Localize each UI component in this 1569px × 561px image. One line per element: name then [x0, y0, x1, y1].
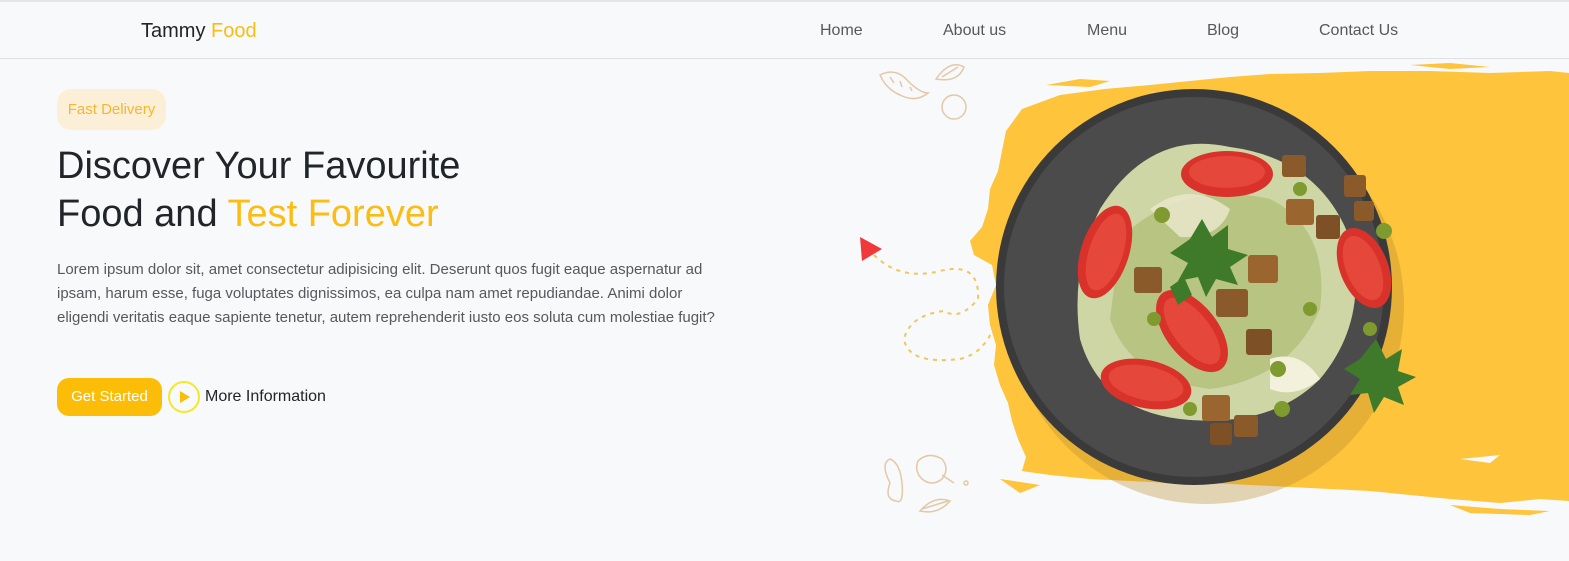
tomato-icon	[941, 94, 967, 120]
headline-line-1: Discover Your Favourite	[57, 145, 461, 187]
dashed-trail	[873, 254, 997, 362]
chicken-leg-icon	[915, 454, 955, 484]
red-arrow-icon	[860, 237, 882, 261]
play-button[interactable]	[168, 381, 200, 413]
hero-illustration	[860, 63, 1569, 515]
nav-menu[interactable]: Menu	[1087, 22, 1127, 40]
hero-description: Lorem ipsum dolor sit, amet consectetur …	[57, 261, 715, 326]
leaf-icon	[918, 498, 952, 513]
more-information-label: More Information	[205, 388, 326, 405]
navbar: Tammy Food Home About us Menu Blog Conta…	[0, 2, 1569, 59]
nav-about-us[interactable]: About us	[943, 22, 1006, 40]
headline-accent: Test Forever	[227, 193, 439, 235]
pepper-icon	[884, 458, 904, 503]
nav-blog[interactable]: Blog	[1207, 22, 1239, 40]
nav-links: Home About us Menu Blog Contact Us	[0, 22, 1569, 44]
headline-line-2: Food and	[57, 193, 228, 235]
fast-delivery-badge: Fast Delivery	[57, 89, 166, 130]
more-information-link[interactable]: More Information	[168, 379, 326, 415]
food-doodles	[879, 64, 969, 513]
shrimp-icon	[879, 71, 931, 100]
play-icon	[180, 391, 190, 403]
get-started-button[interactable]: Get Started	[57, 378, 162, 416]
hero-headline: Discover Your Favourite Food and Test Fo…	[57, 142, 757, 238]
nav-home[interactable]: Home	[820, 22, 863, 40]
lemon-icon	[934, 64, 965, 81]
nav-contact-us[interactable]: Contact Us	[1319, 22, 1398, 40]
